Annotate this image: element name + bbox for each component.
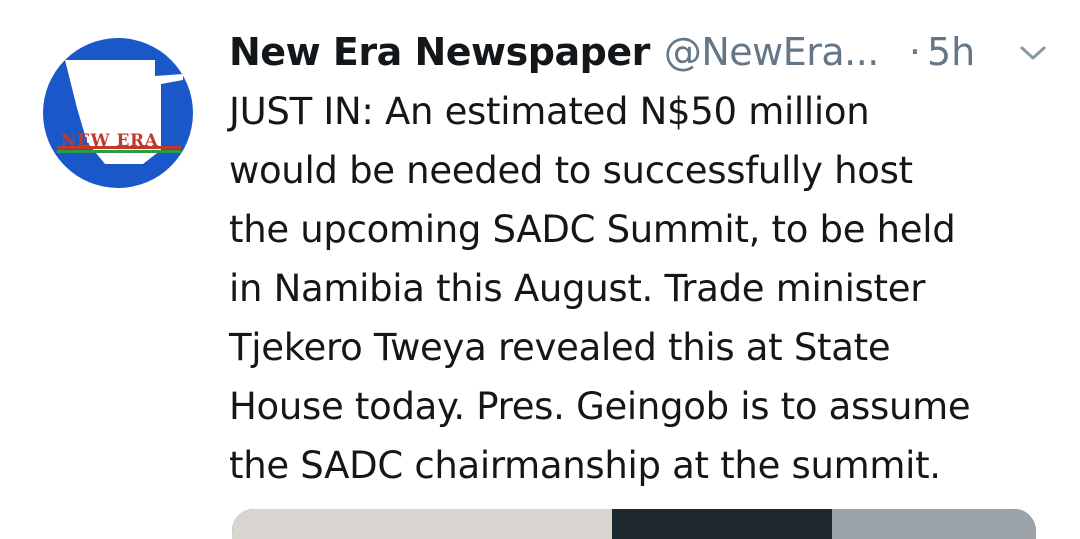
username-handle[interactable]: @NewEra... [664, 30, 880, 74]
media-image-region [832, 509, 1036, 539]
avatar-logo [43, 38, 193, 188]
tweet-card[interactable]: NEW ERA New Era Newspaper @NewEra... · 5… [0, 0, 1080, 539]
avatar-wordmark: NEW ERA [61, 131, 159, 151]
media-image-region [232, 509, 612, 539]
tweet-text-line: House today. Pres. Geingob is to assume [229, 385, 971, 428]
tweet-text-line: would be needed to successfully host [229, 149, 913, 192]
tweet-text-line: JUST IN: An estimated N$50 million [229, 90, 870, 133]
chevron-down-icon[interactable] [1016, 38, 1050, 68]
tweet-text-line: the upcoming SADC Summit, to be held [229, 208, 956, 251]
separator-dot: · [908, 30, 921, 74]
media-image-region [612, 509, 832, 539]
tweet-text-line: Tjekero Tweya revealed this at State [229, 326, 891, 369]
tweet-text-line: the SADC chairmanship at the summit. [229, 444, 941, 487]
tweet-header: New Era Newspaper @NewEra... · 5h [229, 26, 1050, 78]
tweet-text: JUST IN: An estimated N$50 million would… [229, 82, 1059, 495]
display-name[interactable]: New Era Newspaper [229, 30, 650, 74]
timestamp[interactable]: 5h [927, 30, 975, 74]
tweet-text-line: in Namibia this August. Trade minister [229, 267, 926, 310]
avatar[interactable]: NEW ERA [43, 38, 193, 188]
media-preview[interactable] [232, 509, 1036, 539]
